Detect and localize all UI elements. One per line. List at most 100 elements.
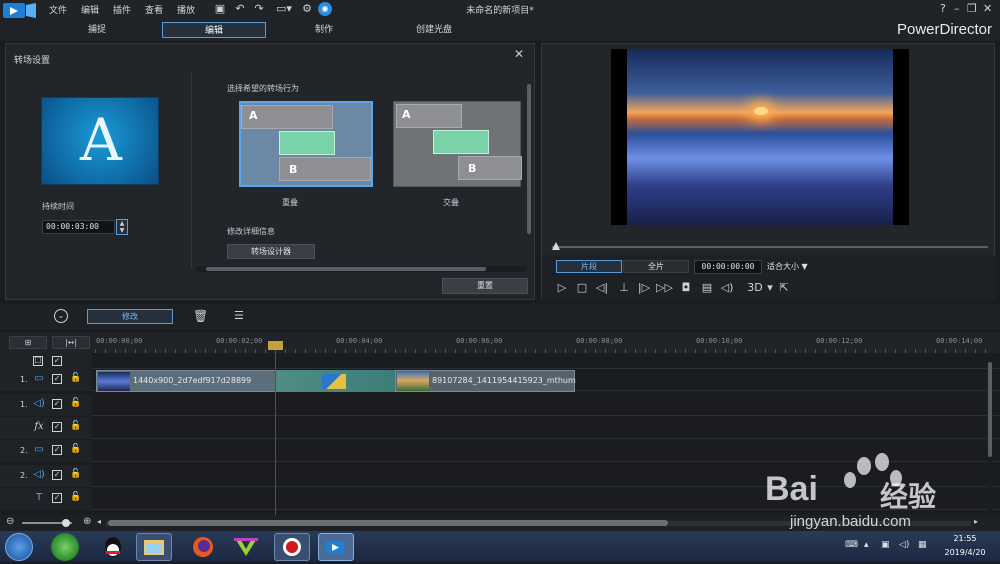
lock-icon[interactable]: 🔓 <box>70 492 81 502</box>
scrub-knob-icon[interactable] <box>552 242 560 250</box>
menu-file[interactable]: 文件 <box>49 3 67 16</box>
timeline-toolbar: ⌄ 修改 🗑 ☰ <box>0 304 1000 330</box>
lock-icon[interactable]: 🔓 <box>70 373 81 383</box>
taskbar-firefox-icon[interactable] <box>185 533 221 561</box>
redo-icon[interactable]: ↷ <box>252 2 266 16</box>
tab-create-disc[interactable]: 创建光盘 <box>382 22 486 38</box>
duration-input[interactable]: 00:00:03:00 <box>42 220 115 234</box>
volume-icon[interactable]: ◁) <box>719 281 735 294</box>
save-icon[interactable]: ▣ <box>213 2 227 16</box>
minimize-icon[interactable]: – <box>954 2 960 15</box>
tray-device-icon[interactable]: ▣ <box>881 540 890 550</box>
preview-scrub-bar[interactable] <box>552 246 988 248</box>
transition-designer-button[interactable]: 转场设计器 <box>227 244 315 259</box>
track-enable-checkbox[interactable]: ✓ <box>52 493 62 503</box>
cross-card-a: A <box>402 108 411 121</box>
timeline-horizontal-thumb[interactable] <box>108 520 668 526</box>
timeline-ruler[interactable]: ⊞ |↔| 00:00:00;00 00:00:02;00 00:00:04;0… <box>0 333 1000 353</box>
preview-sun <box>754 107 768 115</box>
tray-speaker-icon[interactable]: ◁) <box>899 540 909 550</box>
behavior-label: 选择希望的转场行为 <box>227 84 299 93</box>
prev-frame-icon[interactable]: ◁| <box>594 281 610 294</box>
fast-forward-icon[interactable]: ▷▷ <box>656 281 673 294</box>
menu-edit[interactable]: 编辑 <box>81 3 99 16</box>
clock-date[interactable]: 2019/4/20 <box>940 548 990 557</box>
track-enable-checkbox[interactable]: ✓ <box>52 445 62 455</box>
notification-icon[interactable]: ◉ <box>318 2 332 16</box>
expand-circle-icon[interactable]: ⌄ <box>54 309 68 323</box>
video-clip-2[interactable]: 89107284_1411954415923_mthum <box>395 370 576 392</box>
menu-view[interactable]: 查看 <box>145 3 163 16</box>
select-all-checkbox[interactable]: ☐ <box>33 356 43 366</box>
playhead-marker-icon[interactable] <box>268 341 283 350</box>
snapshot-icon[interactable]: ◘ <box>678 281 694 294</box>
next-frame-icon[interactable]: |▷ <box>636 281 652 294</box>
track-enable-checkbox[interactable]: ✓ <box>52 374 62 384</box>
option-cross-card[interactable]: A B <box>393 101 522 187</box>
preview-image <box>627 49 893 225</box>
track-enable-checkbox[interactable]: ✓ <box>52 470 62 480</box>
stop-icon[interactable]: □ <box>574 281 590 294</box>
start-button-icon[interactable] <box>5 533 33 561</box>
taskbar-powerdirector-icon[interactable] <box>318 533 354 561</box>
tray-keyboard-icon[interactable]: ⌨ <box>845 540 858 550</box>
scroll-left-icon[interactable]: ◂ <box>97 517 101 526</box>
zoom-in-icon[interactable]: ⊕ <box>83 516 91 527</box>
lock-icon[interactable]: 🔓 <box>70 469 81 479</box>
undo-icon[interactable]: ↶ <box>233 2 247 16</box>
aspect-ratio-icon[interactable]: ▭▾ <box>272 2 296 16</box>
edit-list-icon[interactable]: ☰ <box>234 309 244 322</box>
options-scroll-thumb[interactable] <box>206 267 486 271</box>
tab-produce[interactable]: 制作 <box>272 22 376 38</box>
lock-icon[interactable]: 🔓 <box>70 444 81 454</box>
track-enable-checkbox[interactable]: ✓ <box>52 422 62 432</box>
playback-controls: 片段 全片 00:00:00:00 适合大小 ▼ ▷ □ ◁| ⊥ |▷ ▷▷ … <box>542 255 996 300</box>
playhead-line[interactable] <box>275 343 276 515</box>
lock-icon[interactable]: 🔓 <box>70 398 81 408</box>
taskbar-explorer-icon[interactable] <box>136 533 172 561</box>
spin-up-icon[interactable]: ▲ <box>117 220 127 227</box>
tray-network-icon[interactable]: ▦ <box>918 540 927 550</box>
fit-timeline-icon[interactable]: |↔| <box>52 336 90 349</box>
taskbar-app-v-icon[interactable] <box>228 533 264 561</box>
split-icon[interactable]: ⊥ <box>616 281 632 294</box>
fx-track-icon: fx <box>34 421 44 432</box>
ruler-tick: 00:00:14;00 <box>936 337 983 345</box>
movie-mode-button[interactable]: 全片 <box>623 260 689 273</box>
menu-play[interactable]: 播放 <box>177 3 195 16</box>
zoom-knob[interactable] <box>62 519 70 527</box>
play-icon[interactable]: ▷ <box>554 281 570 294</box>
tab-capture[interactable]: 捕捉 <box>45 22 149 38</box>
enable-all-checkbox[interactable]: ✓ <box>52 356 62 366</box>
gear-icon[interactable]: ⚙ <box>300 2 314 16</box>
reset-button[interactable]: 重置 <box>442 278 528 294</box>
option-overlap-card[interactable]: A B <box>239 101 373 187</box>
options-vertical-scroll-thumb[interactable] <box>527 84 531 234</box>
modify-button[interactable]: 修改 <box>87 309 173 324</box>
help-icon[interactable]: ? <box>940 2 946 15</box>
duration-spinner[interactable]: ▲ ▼ <box>116 219 128 235</box>
taskbar-recorder-icon[interactable] <box>274 533 310 561</box>
zoom-out-icon[interactable]: ⊖ <box>6 516 14 527</box>
lock-icon[interactable]: 🔓 <box>70 421 81 431</box>
transition-clip[interactable] <box>276 370 395 392</box>
panel-close-icon[interactable]: ✕ <box>514 47 524 61</box>
brand-name: PowerDirector <box>896 21 992 38</box>
undock-icon[interactable]: ⇱ <box>776 281 792 294</box>
track-enable-checkbox[interactable]: ✓ <box>52 399 62 409</box>
trash-icon[interactable]: 🗑 <box>193 309 208 323</box>
spin-down-icon[interactable]: ▼ <box>117 227 127 234</box>
video-clip-1[interactable]: 1440x900_2d7edf917d28899 <box>96 370 276 392</box>
tab-edit[interactable]: 编辑 <box>162 22 266 38</box>
clip-mode-button[interactable]: 片段 <box>556 260 622 273</box>
taskbar-app-green-icon[interactable] <box>47 533 83 561</box>
menu-plugins[interactable]: 插件 <box>113 3 131 16</box>
subtitle-icon[interactable]: ▤ <box>699 281 715 294</box>
restore-icon[interactable]: ❐ <box>967 2 977 15</box>
close-icon[interactable]: ✕ <box>983 2 992 15</box>
track-manager-icon[interactable]: ⊞ <box>9 336 47 349</box>
timecode-display[interactable]: 00:00:00:00 <box>694 260 762 274</box>
fit-size-dropdown[interactable]: 适合大小 ▼ <box>767 260 825 274</box>
taskbar-qq-icon[interactable] <box>95 533 131 561</box>
tray-expand-icon[interactable]: ▴ <box>864 540 869 550</box>
